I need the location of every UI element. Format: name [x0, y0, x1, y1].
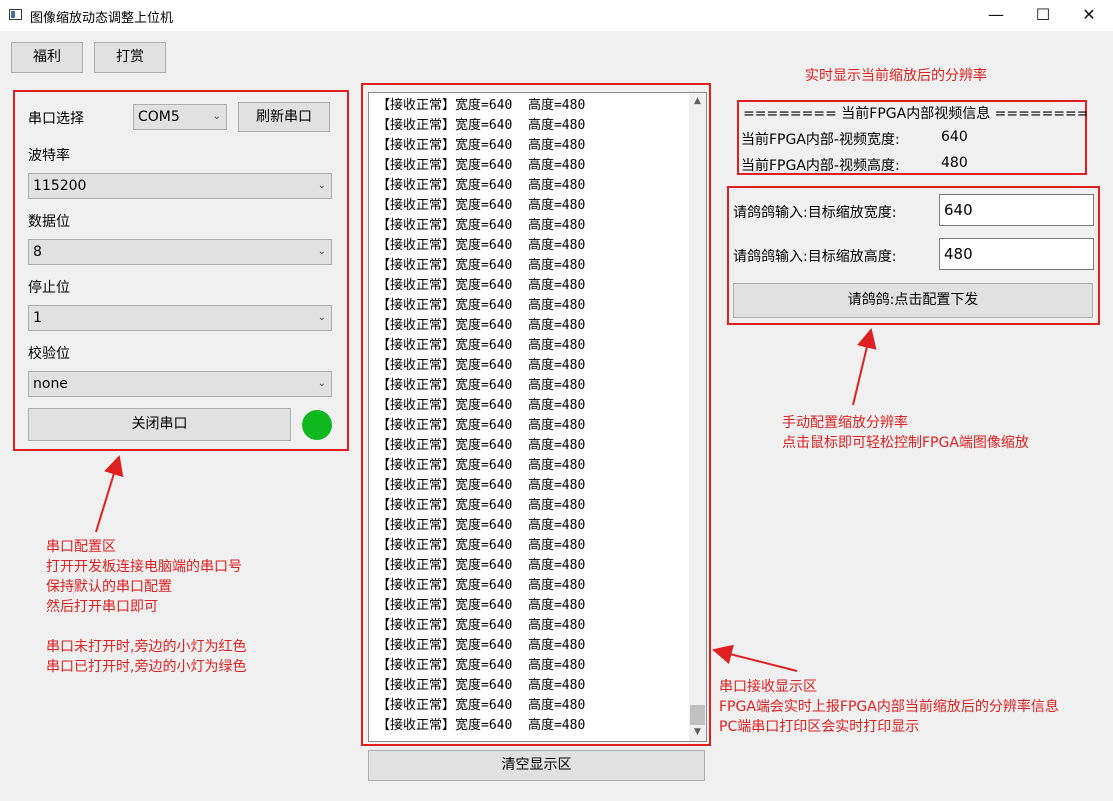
- arrow-to-serial-panel: [95, 455, 124, 533]
- annotation-arrows: [95, 328, 877, 672]
- arrow-to-log-panel: [712, 644, 798, 672]
- arrow-to-config-panel: [852, 328, 877, 406]
